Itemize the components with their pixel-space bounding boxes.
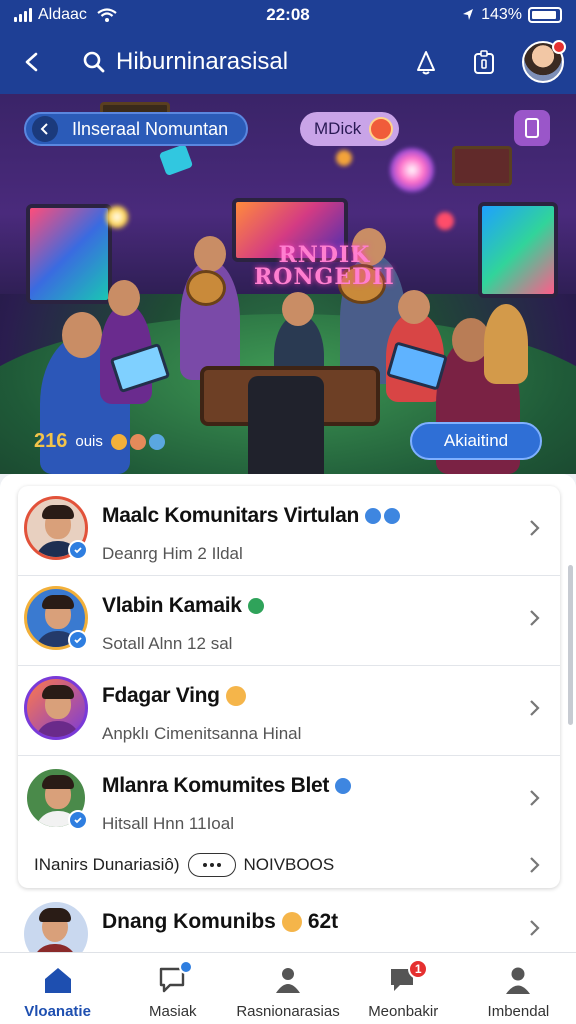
hero-badge-label: MDick bbox=[314, 119, 362, 138]
community-chip-label: Ilnseraal Nomuntan bbox=[72, 118, 229, 139]
scrollbar[interactable] bbox=[568, 565, 573, 725]
activate-button[interactable]: Akiaitind bbox=[410, 422, 542, 460]
chevron-left-icon bbox=[25, 52, 38, 72]
chevron-right-icon bbox=[530, 520, 540, 536]
phone-icon bbox=[525, 118, 539, 138]
community-icon bbox=[271, 963, 305, 997]
chevron-right-icon bbox=[530, 857, 540, 873]
notifications-icon: 1 bbox=[386, 959, 429, 997]
emoji-icon bbox=[281, 912, 302, 932]
bell-icon bbox=[417, 51, 435, 75]
community-list-sheet: Maalc Komunitars Virtulan Deanrg Him 2 I… bbox=[0, 474, 576, 954]
avatar-notification-dot bbox=[552, 40, 566, 54]
sign-line-1: RNDIK bbox=[278, 242, 371, 268]
reaction-icons bbox=[110, 433, 165, 450]
notifications-button[interactable] bbox=[406, 42, 446, 82]
chevron-right-icon bbox=[530, 790, 540, 806]
nav-home-label: Vloanatie bbox=[24, 1003, 91, 1020]
list-item-subtitle: Anpklı Cimenitsanna Hinal bbox=[102, 724, 302, 743]
profile-icon bbox=[501, 963, 535, 997]
list-item-subtitle: Deanrg Him 2 Ildal bbox=[102, 544, 243, 563]
notification-count-badge: 1 bbox=[408, 959, 429, 979]
unread-dot bbox=[178, 960, 193, 974]
list-item[interactable]: Vlabin Kamaik Sotall Alnn 12 sal bbox=[18, 576, 560, 666]
list-item[interactable]: Dnang Komunibs 62t bbox=[18, 902, 560, 954]
list-item-subtitle: Sotall Alnn 12 sal bbox=[102, 634, 233, 653]
search-bar[interactable]: Hiburninarasisal bbox=[82, 48, 288, 76]
chevron-right-icon bbox=[530, 920, 540, 936]
blue-badge-icon bbox=[384, 508, 401, 524]
hero-badge[interactable]: MDick bbox=[300, 112, 400, 146]
list-item[interactable]: Maalc Komunitars Virtulan Deanrg Him 2 I… bbox=[18, 486, 560, 576]
list-item-title: Maalc Komunitars Virtulan bbox=[102, 504, 360, 527]
verified-icon bbox=[68, 810, 88, 830]
list-item[interactable]: Mlanra Komumites Blet Hitsall Hnn 11Ioal bbox=[18, 756, 560, 844]
member-count-value: 216 bbox=[34, 430, 68, 452]
location-icon bbox=[463, 9, 474, 20]
discussion-strip-count: NOIVBOOS bbox=[243, 855, 335, 874]
app-bar: Hiburninarasisal bbox=[0, 30, 576, 94]
blue-badge-icon bbox=[335, 778, 352, 794]
list-item-subtitle: Hitsall Hnn 11Ioal bbox=[102, 814, 234, 833]
nav-notifications[interactable]: 1 Meonbakir bbox=[346, 953, 461, 1024]
avatar bbox=[24, 902, 88, 954]
carrier-name: Aldaac bbox=[38, 6, 87, 23]
verified-icon bbox=[68, 540, 88, 560]
share-button[interactable] bbox=[464, 42, 504, 82]
nav-messages[interactable]: Masiak bbox=[115, 953, 230, 1024]
verified-icon bbox=[68, 630, 88, 650]
chat-icon bbox=[156, 960, 193, 997]
nav-notifications-label: Meonbakir bbox=[368, 1003, 439, 1020]
community-chip[interactable]: Ilnseraal Nomuntan bbox=[24, 112, 249, 146]
wifi-icon bbox=[97, 8, 117, 22]
signal-icon bbox=[14, 8, 32, 22]
list-item[interactable]: Fdagar Ving Anpklı Cimenitsanna Hinal bbox=[18, 666, 560, 756]
member-count-label: ouis bbox=[75, 433, 103, 450]
chevron-right-icon bbox=[530, 700, 540, 716]
list-item-title: Mlanra Komumites Blet bbox=[102, 774, 330, 797]
list-item-title: Fdagar Ving bbox=[102, 684, 220, 707]
coin-icon bbox=[369, 117, 394, 141]
hero-sign-text: RNDIK RONGEDII bbox=[254, 244, 395, 288]
list-item-title: Dnang Komunibs bbox=[102, 910, 276, 933]
chevron-left-icon bbox=[32, 116, 58, 142]
emoji-icon bbox=[225, 686, 246, 706]
more-options-button[interactable] bbox=[187, 853, 236, 877]
avatar bbox=[24, 676, 88, 740]
bottom-navigation: Vloanatie Masiak Rasnionarasias 1 Meonba… bbox=[0, 952, 576, 1024]
nav-communities-label: Rasnionarasias bbox=[236, 1003, 340, 1020]
blue-badge-icon bbox=[365, 508, 382, 524]
battery-percent: 143% bbox=[481, 6, 522, 23]
discussion-strip-label: INanirs Dunariasiô) bbox=[34, 855, 180, 874]
nav-profile[interactable]: Imbendal bbox=[461, 953, 576, 1024]
back-button[interactable] bbox=[12, 42, 52, 82]
battery-icon bbox=[528, 7, 562, 23]
share-icon bbox=[474, 50, 494, 74]
list-item-title: Vlabin Kamaik bbox=[102, 594, 242, 617]
discussion-strip[interactable]: INanirs Dunariasiô) NOIVBOOS bbox=[18, 844, 560, 886]
nav-profile-label: Imbendal bbox=[487, 1003, 550, 1020]
nav-home[interactable]: Vloanatie bbox=[0, 953, 115, 1024]
status-bar: Aldaac 22:08 143% bbox=[0, 0, 576, 30]
search-query: Hiburninarasisal bbox=[116, 48, 289, 75]
chevron-right-icon bbox=[530, 610, 540, 626]
nav-communities[interactable]: Rasnionarasias bbox=[230, 953, 345, 1024]
sign-line-2: RONGEDII bbox=[254, 264, 395, 290]
green-badge-icon bbox=[247, 598, 264, 614]
list-item-count: 62t bbox=[307, 910, 339, 933]
member-count: 216 ouis bbox=[34, 430, 165, 453]
community-list-card: Maalc Komunitars Virtulan Deanrg Him 2 I… bbox=[18, 486, 560, 888]
profile-avatar[interactable] bbox=[522, 40, 566, 83]
community-hero-image: RNDIK RONGEDII bbox=[0, 94, 576, 474]
home-icon bbox=[41, 963, 75, 997]
search-icon bbox=[83, 51, 105, 73]
nav-messages-label: Masiak bbox=[149, 1003, 197, 1020]
hero-bookmark-button[interactable] bbox=[514, 110, 550, 146]
